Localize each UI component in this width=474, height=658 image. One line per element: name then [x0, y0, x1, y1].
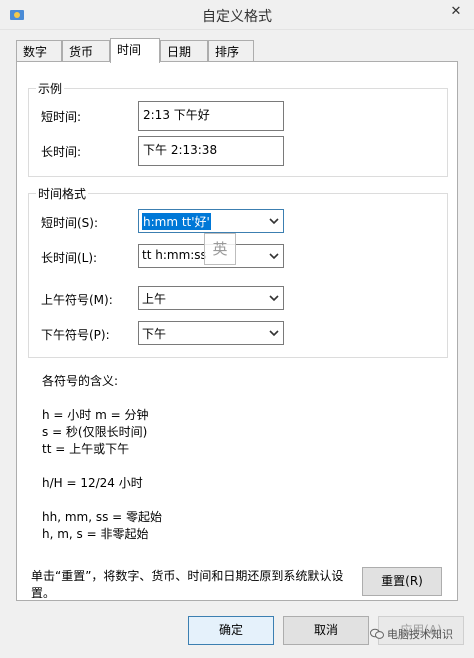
ok-button[interactable]: 确定: [188, 616, 274, 645]
watermark: 电脑技术知识: [370, 626, 453, 642]
reset-button[interactable]: 重置(R): [362, 567, 442, 596]
example-short-time-label: 短时间:: [41, 110, 82, 124]
example-long-time-field: 下午 2:13:38: [138, 136, 284, 166]
time-format-group-title: 时间格式: [36, 185, 89, 202]
short-time-format-value: h:mm tt'好': [142, 213, 211, 230]
short-time-format-label: 短时间(S):: [41, 216, 99, 230]
chevron-down-icon: [269, 330, 279, 337]
pm-symbol-combobox[interactable]: 下午: [138, 321, 284, 345]
chat-bubble-icon: [370, 628, 384, 639]
chevron-down-icon: [269, 218, 279, 225]
help-line-hour-minute: h = 小时 m = 分钟: [42, 408, 149, 422]
tab-sort[interactable]: 排序: [208, 40, 254, 61]
close-icon: ✕: [450, 3, 462, 19]
example-short-time-field: 2:13 下午好: [138, 101, 284, 131]
tab-time[interactable]: 时间: [110, 38, 160, 63]
help-line-no-leading-zero: h, m, s = 非零起始: [42, 527, 149, 541]
example-long-time-label: 长时间:: [41, 145, 82, 159]
reset-description-line1: 单击“重置”，将数字、货币、时间和日期还原到系统默认设: [31, 569, 344, 583]
am-symbol-combobox[interactable]: 上午: [138, 286, 284, 310]
tab-date[interactable]: 日期: [160, 40, 208, 61]
title-bar: 自定义格式 ✕: [0, 0, 474, 30]
long-time-format-label: 长时间(L):: [41, 251, 98, 265]
pm-symbol-value: 下午: [142, 327, 167, 341]
am-symbol-label: 上午符号(M):: [41, 293, 113, 307]
close-button[interactable]: ✕: [438, 0, 474, 22]
long-time-format-value: tt h:mm:ss: [142, 248, 207, 262]
watermark-text: 电脑技术知识: [387, 628, 453, 641]
tab-panel: 示例 短时间: 2:13 下午好 长时间: 下午 2:13:38 时间格式 短时…: [16, 61, 458, 601]
ime-indicator: 英: [204, 233, 236, 265]
cancel-button[interactable]: 取消: [283, 616, 369, 645]
tab-currency[interactable]: 货币: [62, 40, 110, 61]
help-line-leading-zero: hh, mm, ss = 零起始: [42, 510, 163, 524]
pm-symbol-label: 下午符号(P):: [41, 328, 110, 342]
help-line-12-24: h/H = 12/24 小时: [42, 476, 143, 490]
help-line-second: s = 秒(仅限长时间): [42, 425, 148, 439]
window-title: 自定义格式: [202, 9, 272, 25]
chevron-down-icon: [269, 253, 279, 260]
reset-description-line2: 置。: [31, 586, 56, 600]
example-group-title: 示例: [36, 80, 65, 97]
symbols-heading: 各符号的含义:: [42, 374, 119, 388]
short-time-format-combobox[interactable]: h:mm tt'好': [138, 209, 284, 233]
chevron-down-icon: [269, 295, 279, 302]
am-symbol-value: 上午: [142, 292, 167, 306]
help-line-ampm: tt = 上午或下午: [42, 442, 130, 456]
tab-number[interactable]: 数字: [16, 40, 62, 61]
